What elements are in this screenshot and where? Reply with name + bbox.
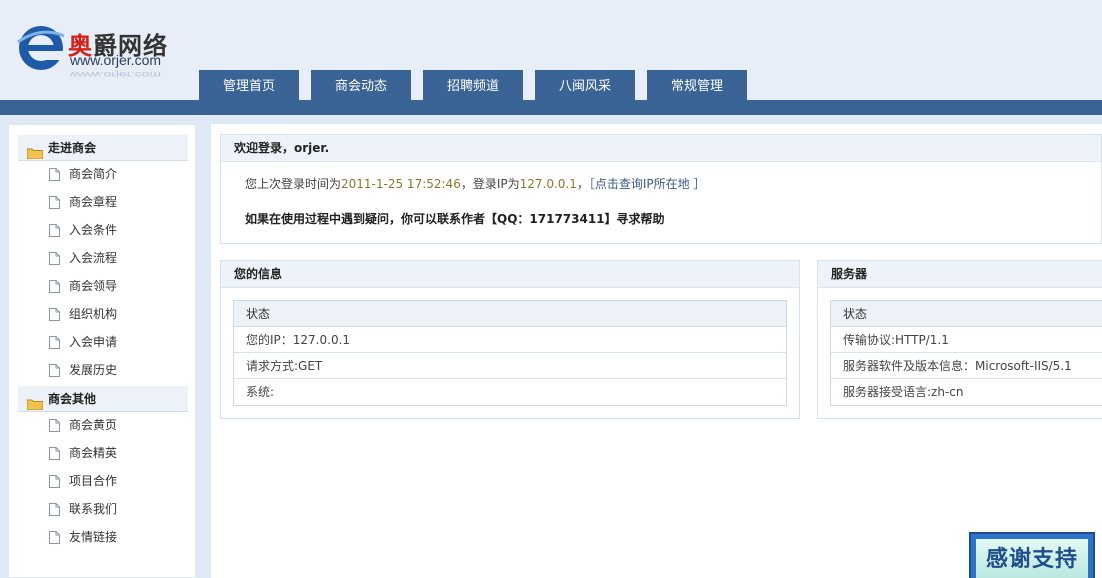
sidebar-item[interactable]: 入会流程 (49, 248, 169, 268)
document-icon (49, 530, 60, 544)
sidebar-item-label: 商会简介 (69, 167, 118, 181)
sidebar-item-label: 联系我们 (69, 502, 118, 516)
help-text: 如果在使用过程中遇到疑问，你可以联系作者【QQ：171773411】寻求帮助 (245, 212, 665, 226)
sidebar-item[interactable]: 商会黄页 (49, 415, 169, 435)
tab-chamber-news[interactable]: 商会动态 (311, 70, 411, 100)
table-row-method: 请求方式:GET (234, 353, 786, 379)
folder-icon (26, 142, 44, 160)
sidebar-group-label: 商会其他 (48, 392, 97, 406)
folder-icon (26, 393, 44, 411)
tab-bamin-style[interactable]: 八闽风采 (535, 70, 635, 100)
sidebar-item[interactable]: 友情链接 (49, 527, 169, 547)
sidebar-item-label: 组织机构 (69, 307, 118, 321)
server-title: 服务器 (818, 261, 1102, 288)
sidebar-item-label: 商会黄页 (69, 418, 118, 432)
welcome-panel: 欢迎登录，orjer. 您上次登录时间为2011-1-25 17:52:46，登… (220, 134, 1102, 244)
document-icon (49, 474, 60, 488)
your-info-panel: 您的信息 状态 您的IP：127.0.0.1 请求方式:GET 系统: (220, 260, 800, 419)
sidebar-group-label: 走进商会 (48, 141, 97, 155)
server-panel: 服务器 状态 传输协议:HTTP/1.1 服务器软件及版本信息：Microsof… (817, 260, 1102, 419)
document-icon (49, 307, 60, 321)
main-content: 欢迎登录，orjer. 您上次登录时间为2011-1-25 17:52:46，登… (211, 124, 1102, 578)
header: 奥爵网络 www.orjer.com www.orjer.com 管理首页 商会… (0, 0, 1102, 115)
document-icon (49, 223, 60, 237)
document-icon (49, 446, 60, 460)
last-login-line: 您上次登录时间为2011-1-25 17:52:46，登录IP为127.0.0.… (245, 177, 706, 191)
logo[interactable]: 奥爵网络 www.orjer.com www.orjer.com (16, 22, 196, 86)
sidebar-item[interactable]: 商会领导 (49, 276, 169, 296)
sidebar-item-label: 商会章程 (69, 195, 118, 209)
sidebar-item[interactable]: 入会条件 (49, 220, 169, 240)
tab-general-admin[interactable]: 常规管理 (647, 70, 747, 100)
document-icon (49, 167, 60, 181)
sidebar-item[interactable]: 组织机构 (49, 304, 169, 324)
table-row-system: 系统: (246, 385, 275, 399)
document-icon (49, 335, 60, 349)
sidebar-group-1[interactable]: 走进商会 (18, 135, 188, 161)
logo-url: www.orjer.com (70, 52, 162, 68)
logo-e-icon (17, 26, 66, 70)
sidebar-item[interactable]: 联系我们 (49, 499, 169, 519)
sidebar-item-label: 发展历史 (69, 363, 118, 377)
last-login-ip: 127.0.0.1 (519, 177, 577, 191)
sidebar-item-label: 入会流程 (69, 251, 118, 265)
welcome-title: 欢迎登录，orjer. (221, 135, 1101, 162)
header-band (0, 100, 1102, 115)
server-table: 状态 传输协议:HTTP/1.1 服务器软件及版本信息：Microsoft-II… (830, 300, 1102, 406)
table-row-language: 服务器接受语言:zh-cn (843, 385, 964, 399)
last-login-time: 2011-1-25 17:52:46 (341, 177, 461, 191)
document-icon (49, 279, 60, 293)
table-row-protocol: 传输协议:HTTP/1.1 (831, 327, 1102, 353)
document-icon (49, 502, 60, 516)
logo-url-reflection: www.orjer.com (70, 70, 162, 80)
sidebar-item-label: 入会条件 (69, 223, 118, 237)
sidebar-item-label: 商会精英 (69, 446, 118, 460)
sidebar-item[interactable]: 商会章程 (49, 192, 169, 212)
table-row-ip: 您的IP：127.0.0.1 (234, 327, 786, 353)
document-icon (49, 195, 60, 209)
sidebar-group-2[interactable]: 商会其他 (18, 386, 188, 412)
tab-recruitment[interactable]: 招聘频道 (423, 70, 523, 100)
sidebar-item[interactable]: 商会精英 (49, 443, 169, 463)
sidebar-item[interactable]: 发展历史 (49, 360, 169, 380)
sidebar-item-label: 入会申请 (69, 335, 118, 349)
sidebar-item[interactable]: 入会申请 (49, 332, 169, 352)
your-info-title: 您的信息 (221, 261, 799, 288)
sidebar-item[interactable]: 项目合作 (49, 471, 169, 491)
sidebar: 走进商会商会简介商会章程入会条件入会流程商会领导组织机构入会申请发展历史商会其他… (8, 124, 196, 578)
sidebar-item-label: 项目合作 (69, 474, 118, 488)
thanks-support-label: 感谢支持 (976, 539, 1088, 578)
sidebar-item-label: 商会领导 (69, 279, 118, 293)
your-info-table: 状态 您的IP：127.0.0.1 请求方式:GET 系统: (233, 300, 787, 406)
table-header: 状态 (234, 301, 786, 327)
sidebar-item[interactable]: 商会简介 (49, 164, 169, 184)
document-icon (49, 251, 60, 265)
table-header: 状态 (831, 301, 1102, 327)
thanks-support-button[interactable]: 感谢支持 (969, 532, 1095, 578)
query-ip-link[interactable]: ［点击查询IP所在地 ］ (589, 177, 706, 191)
table-row-server-software: 服务器软件及版本信息：Microsoft-IIS/5.1 (831, 353, 1102, 379)
tab-admin-home[interactable]: 管理首页 (199, 70, 299, 100)
sidebar-item-label: 友情链接 (69, 530, 118, 544)
document-icon (49, 363, 60, 377)
document-icon (49, 418, 60, 432)
